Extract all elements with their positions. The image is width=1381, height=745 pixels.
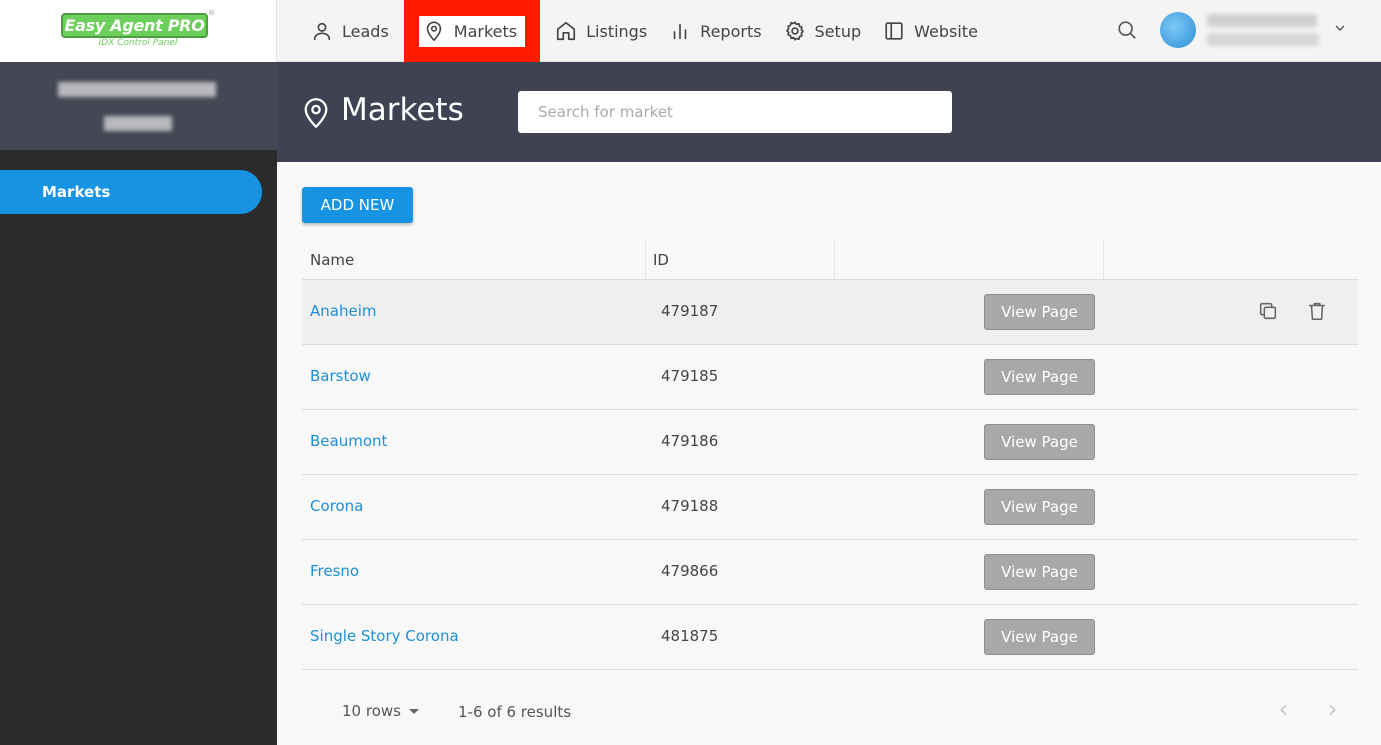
markets-table: Name ID Anaheim 479187 View Page Barstow… bbox=[302, 240, 1358, 670]
top-bar: Easy Agent PRO ® IDX Control Panel Leads… bbox=[0, 0, 1381, 62]
main-nav: Leads Markets Listings Reports Setup Web… bbox=[300, 0, 989, 62]
user-email-redacted bbox=[1207, 33, 1319, 46]
gear-icon bbox=[785, 21, 804, 41]
market-name-link[interactable]: Anaheim bbox=[310, 302, 376, 320]
view-page-button[interactable]: View Page bbox=[984, 489, 1095, 525]
market-id: 479187 bbox=[661, 302, 719, 320]
nav-item-markets[interactable]: Markets bbox=[403, 0, 541, 62]
account-name-redacted bbox=[58, 82, 216, 97]
table-row[interactable]: Single Story Corona 481875 View Page bbox=[302, 605, 1358, 670]
account-id-redacted bbox=[104, 116, 172, 131]
page-header: Markets bbox=[277, 62, 1381, 162]
page-title: Markets bbox=[341, 92, 464, 128]
view-page-button[interactable]: View Page bbox=[984, 554, 1095, 590]
nav-label-reports: Reports bbox=[700, 21, 762, 41]
table-row[interactable]: Barstow 479185 View Page bbox=[302, 345, 1358, 410]
market-name-link[interactable]: Beaumont bbox=[310, 432, 387, 450]
market-name-link[interactable]: Corona bbox=[310, 497, 363, 515]
column-header-id[interactable]: ID bbox=[653, 251, 669, 269]
map-pin-icon bbox=[302, 97, 330, 129]
nav-label-leads: Leads bbox=[342, 21, 389, 41]
caret-down-icon bbox=[408, 708, 419, 714]
chevron-down-icon bbox=[1335, 25, 1345, 31]
nav-item-website[interactable]: Website bbox=[872, 0, 989, 62]
market-id: 481875 bbox=[661, 627, 719, 645]
nav-label-markets: Markets bbox=[453, 21, 518, 41]
view-page-button[interactable]: View Page bbox=[984, 424, 1095, 460]
sidebar: Markets bbox=[0, 62, 277, 745]
market-name-link[interactable]: Fresno bbox=[310, 562, 359, 580]
nav-item-listings[interactable]: Listings bbox=[544, 0, 658, 62]
trash-icon[interactable] bbox=[1306, 300, 1330, 324]
next-page-button[interactable] bbox=[1324, 702, 1344, 722]
nav-item-leads[interactable]: Leads bbox=[300, 0, 400, 62]
logo-registered-mark: ® bbox=[208, 9, 215, 17]
global-search-button[interactable] bbox=[1116, 19, 1140, 43]
account-header bbox=[0, 62, 277, 150]
bar-chart-icon bbox=[673, 23, 687, 40]
pagination-info: 1-6 of 6 results bbox=[458, 703, 572, 721]
table-row[interactable]: Beaumont 479186 View Page bbox=[302, 410, 1358, 475]
nav-item-setup[interactable]: Setup bbox=[773, 0, 873, 62]
add-new-button[interactable]: ADD NEW bbox=[302, 187, 413, 223]
logo-text: Easy Agent PRO bbox=[61, 13, 208, 38]
view-page-button[interactable]: View Page bbox=[984, 619, 1095, 655]
nav-item-reports[interactable]: Reports bbox=[658, 0, 772, 62]
home-icon bbox=[557, 21, 576, 41]
table-header: Name ID bbox=[302, 240, 1358, 280]
market-id: 479866 bbox=[661, 562, 719, 580]
market-id: 479188 bbox=[661, 497, 719, 515]
search-input[interactable] bbox=[518, 91, 952, 133]
view-page-button[interactable]: View Page bbox=[984, 359, 1095, 395]
map-pin-icon bbox=[426, 21, 442, 41]
market-id: 479186 bbox=[661, 432, 719, 450]
table-row[interactable]: Anaheim 479187 View Page bbox=[302, 280, 1358, 345]
market-name-link[interactable]: Single Story Corona bbox=[310, 627, 459, 645]
chevron-left-icon bbox=[1280, 704, 1287, 716]
prev-page-button[interactable] bbox=[1276, 702, 1296, 722]
rows-per-page-select[interactable]: 10 rows bbox=[342, 702, 419, 720]
sidebar-layout-icon bbox=[885, 22, 903, 40]
person-icon bbox=[313, 22, 331, 41]
column-header-name[interactable]: Name bbox=[310, 251, 354, 269]
nav-label-website: Website bbox=[914, 21, 978, 41]
search-icon bbox=[1118, 21, 1136, 39]
market-id: 479185 bbox=[661, 367, 719, 385]
nav-label-setup: Setup bbox=[814, 21, 862, 41]
chevron-right-icon bbox=[1329, 704, 1336, 716]
user-menu-toggle[interactable] bbox=[1332, 20, 1350, 38]
logo-subtitle: IDX Control Panel bbox=[98, 38, 178, 48]
view-page-button[interactable]: View Page bbox=[984, 294, 1095, 330]
table-row[interactable]: Corona 479188 View Page bbox=[302, 475, 1358, 540]
nav-label-listings: Listings bbox=[586, 21, 648, 41]
sidebar-item-markets[interactable]: Markets bbox=[0, 170, 262, 214]
rows-per-page-label: 10 rows bbox=[342, 702, 401, 720]
user-name-redacted bbox=[1207, 14, 1317, 27]
table-row[interactable]: Fresno 479866 View Page bbox=[302, 540, 1358, 605]
copy-icon[interactable] bbox=[1257, 300, 1281, 324]
logo[interactable]: Easy Agent PRO ® IDX Control Panel bbox=[0, 0, 277, 62]
market-name-link[interactable]: Barstow bbox=[310, 367, 371, 385]
avatar[interactable] bbox=[1160, 12, 1196, 48]
